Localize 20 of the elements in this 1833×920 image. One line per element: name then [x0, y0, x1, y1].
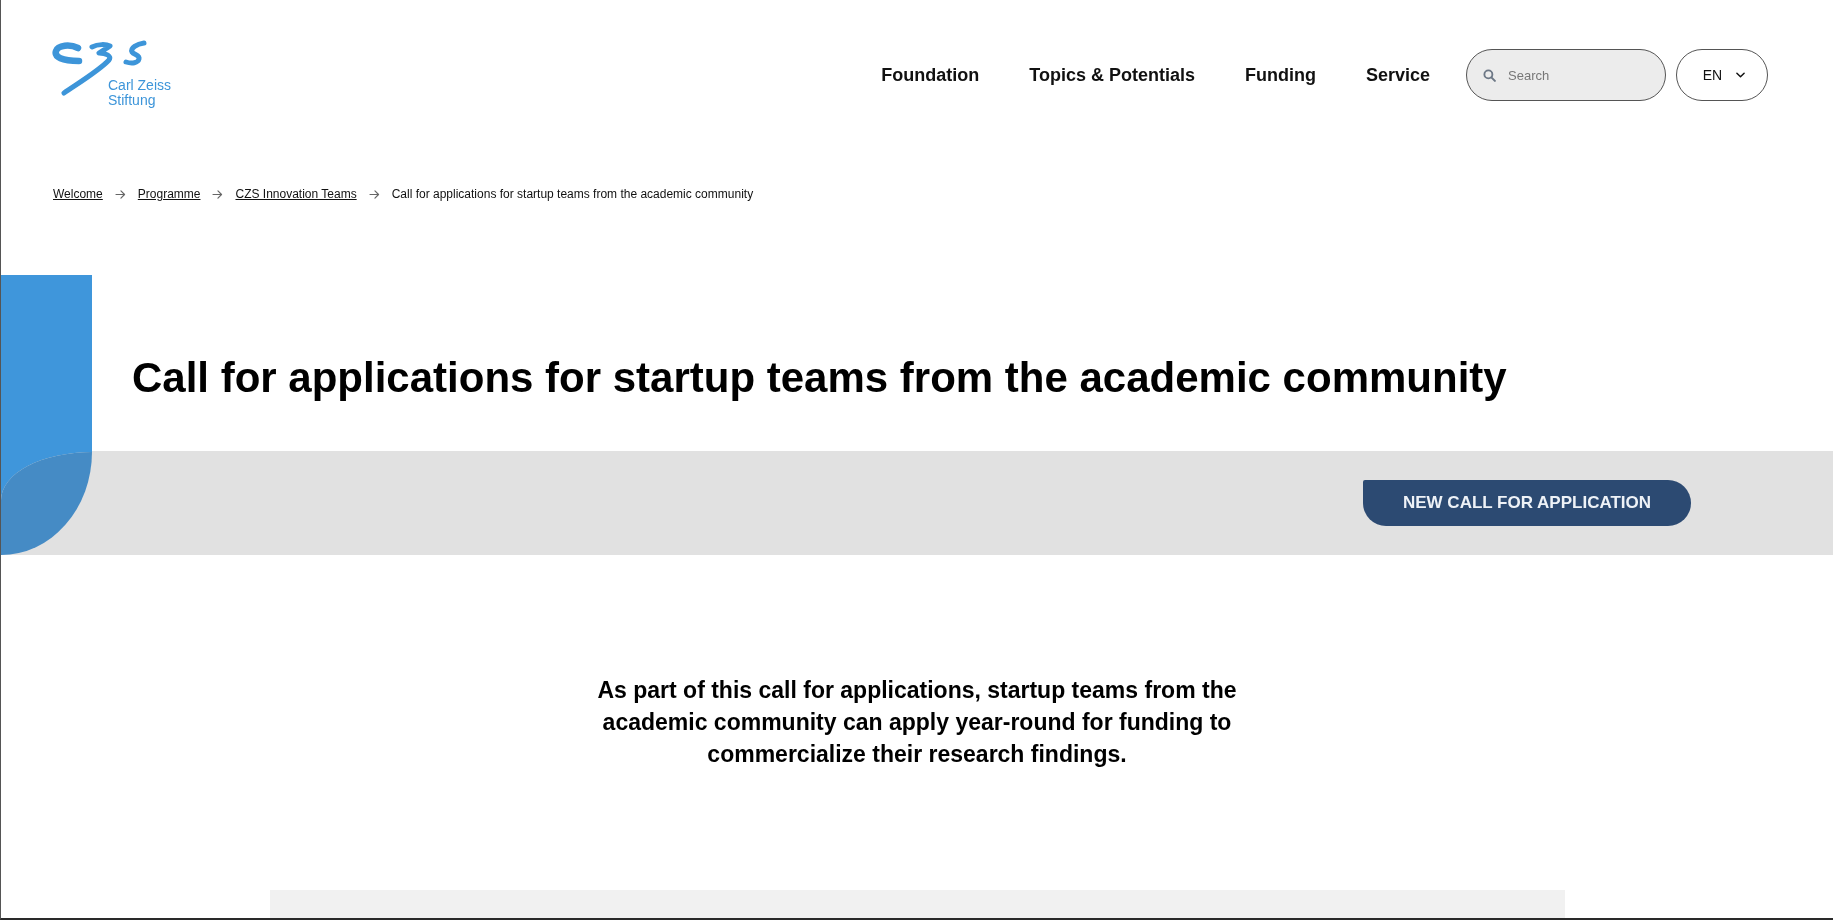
nav-link[interactable]: Funding [1244, 64, 1316, 86]
language-select[interactable]: EN [1676, 49, 1768, 101]
arrow-right-icon [368, 189, 380, 199]
nav-link[interactable]: Service [1365, 64, 1430, 86]
nav-link[interactable]: Topics & Potentials [1029, 64, 1195, 86]
nav-link[interactable]: Foundation [881, 64, 980, 86]
new-call-button[interactable]: NEW CALL FOR APPLICATION [1363, 480, 1691, 526]
arrow-right-icon [212, 189, 224, 199]
breadcrumb-link[interactable]: Welcome [53, 187, 103, 201]
breadcrumb-link[interactable]: Programme [137, 187, 201, 201]
arrow-right-icon [114, 189, 126, 199]
current-page-text: Call for applications for startup teams from the academic community [391, 187, 754, 201]
logo-text: Carl Zeiss [108, 78, 171, 93]
page-title: Call for applications for startup teams from the academic community [132, 353, 1507, 403]
search-icon [1483, 69, 1496, 82]
logo-text: Stiftung [108, 93, 156, 108]
intro-text: As part of this call for applications, startup teams from the academic community can apply year-round for funding to commercialize their research findings. [596, 676, 1238, 769]
search-field[interactable]: Search [1466, 49, 1666, 101]
breadcrumb-link[interactable]: CZS Innovation Teams [235, 187, 357, 201]
chevron-down-icon [1736, 72, 1746, 78]
